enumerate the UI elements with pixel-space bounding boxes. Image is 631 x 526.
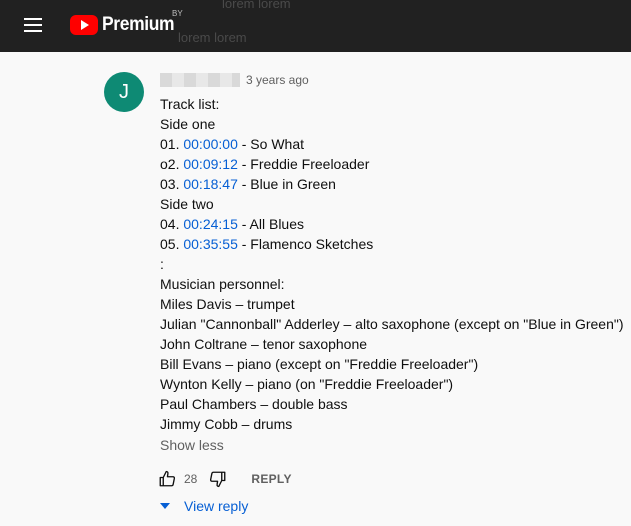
author-name-redacted[interactable] (160, 73, 240, 87)
track-title: - So What (241, 136, 304, 152)
track-line: 03. 00:18:47 - Blue in Green (160, 174, 630, 194)
top-app-bar: lorem lorem lorem lorem Premium BY (0, 0, 631, 52)
comment-line: Track list: (160, 96, 220, 112)
comment-timestamp[interactable]: 3 years ago (246, 73, 309, 87)
underlying-text-fragment: lorem lorem (178, 30, 247, 45)
thumb-down-icon[interactable] (207, 468, 229, 490)
track-title: - Freddie Freeloader (241, 156, 370, 172)
track-number: 05. (160, 236, 180, 252)
reply-button[interactable]: REPLY (251, 472, 291, 486)
youtube-play-icon (70, 15, 98, 35)
timestamp-link[interactable]: 00:18:47 (183, 176, 238, 192)
show-less-button[interactable]: Show less (160, 437, 224, 453)
comment-line: Musician personnel: (160, 276, 285, 292)
track-title: - Flamenco Sketches (241, 236, 374, 252)
timestamp-link[interactable]: 00:24:15 (183, 216, 238, 232)
personnel-line: Bill Evans – piano (except on "Freddie F… (160, 356, 479, 372)
personnel-line: John Coltrane – tenor saxophone (160, 336, 368, 352)
comment-thread: J 3 years ago Track list: Side one 01. 0… (0, 52, 631, 526)
track-number: 03. (160, 176, 180, 192)
youtube-premium-logo[interactable]: Premium (70, 12, 181, 38)
personnel-line: Wynton Kelly – piano (on "Freddie Freelo… (160, 376, 454, 392)
comment-line: Side two (160, 196, 214, 212)
avatar[interactable]: J (104, 72, 144, 112)
track-line: 05. 00:35:55 - Flamenco Sketches (160, 234, 630, 254)
track-number: o2. (160, 156, 180, 172)
view-reply-label: View reply (184, 498, 249, 514)
hamburger-menu-icon[interactable] (24, 14, 46, 36)
track-title: - All Blues (241, 216, 304, 232)
comment-line: : (160, 256, 164, 272)
like-count: 28 (184, 472, 198, 486)
logo-superscript: BY (172, 9, 183, 18)
track-line: o2. 00:09:12 - Freddie Freeloader (160, 154, 630, 174)
personnel-line: Paul Chambers – double bass (160, 396, 348, 412)
personnel-line: Miles Davis – trumpet (160, 296, 295, 312)
comment-action-bar: 28 REPLY (156, 466, 292, 492)
track-title: - Blue in Green (241, 176, 336, 192)
comment-line: Side one (160, 116, 216, 132)
thumb-up-icon[interactable] (156, 468, 178, 490)
personnel-line: Julian "Cannonball" Adderley – alto saxo… (160, 316, 624, 332)
view-reply-button[interactable]: View reply (158, 498, 248, 514)
track-line: 04. 00:24:15 - All Blues (160, 214, 630, 234)
track-number: 04. (160, 216, 180, 232)
logo-wordmark: Premium (102, 14, 175, 35)
track-line: 01. 00:00:00 - So What (160, 134, 630, 154)
timestamp-link[interactable]: 00:09:12 (183, 156, 238, 172)
underlying-text-fragment: lorem lorem (222, 0, 291, 11)
caret-down-icon (160, 503, 170, 509)
comment-body: Track list: Side one 01. 00:00:00 - So W… (160, 94, 630, 434)
timestamp-link[interactable]: 00:00:00 (183, 136, 238, 152)
timestamp-link[interactable]: 00:35:55 (183, 236, 238, 252)
track-number: 01. (160, 136, 180, 152)
personnel-line: Jimmy Cobb – drums (160, 416, 293, 432)
